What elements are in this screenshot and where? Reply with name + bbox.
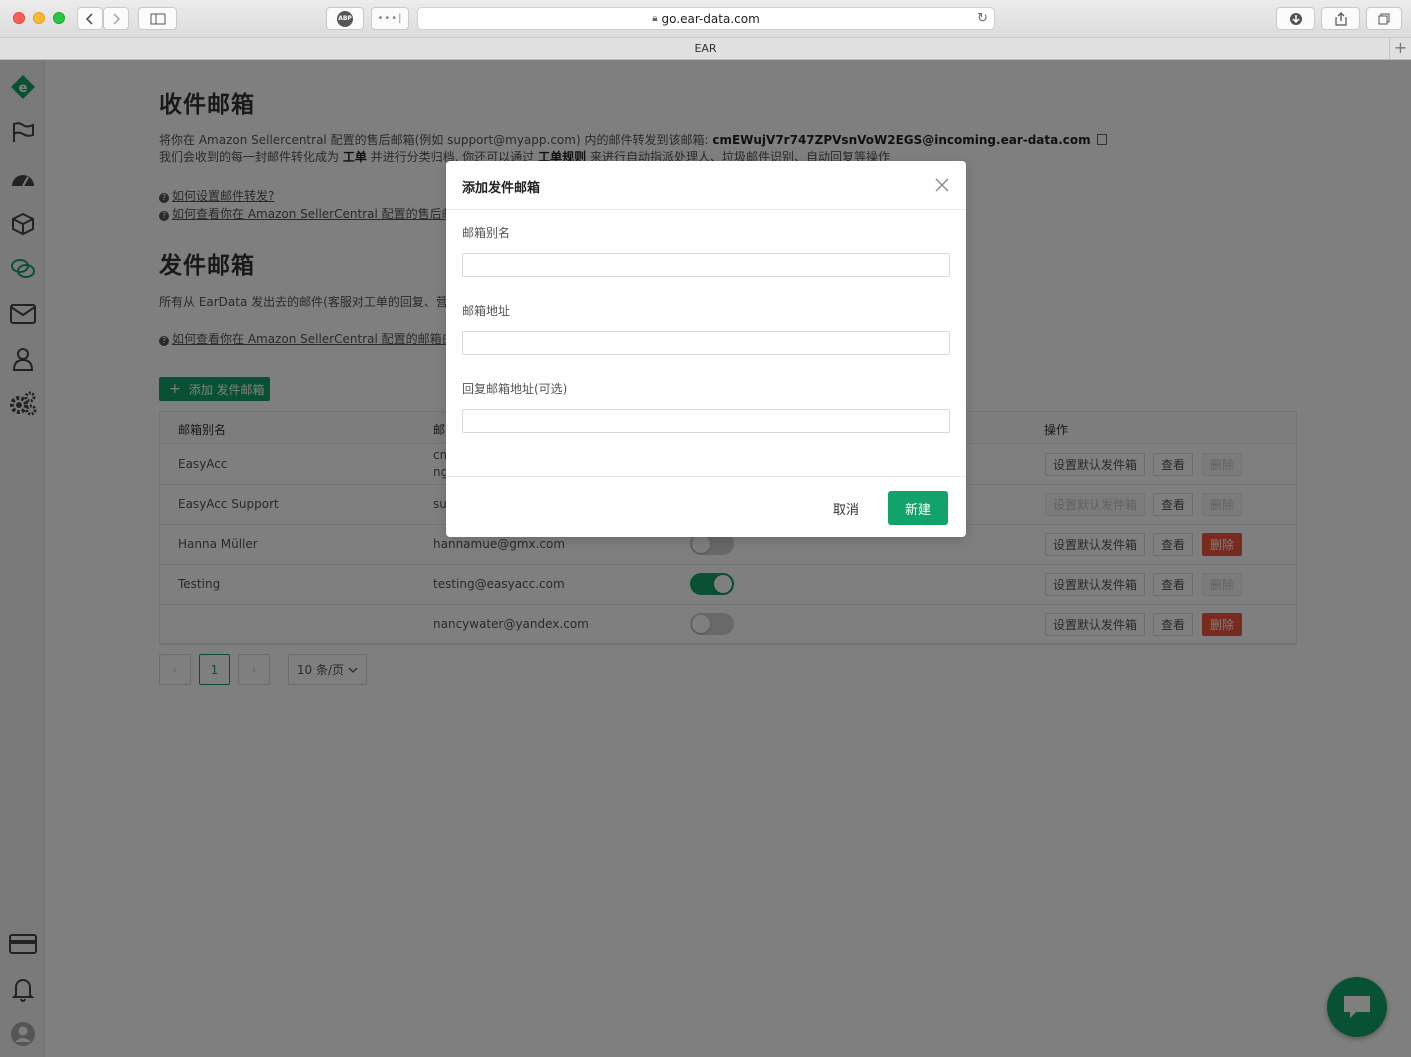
adblock-icon: ABP [337,10,353,27]
share-icon [1334,11,1347,26]
modal-footer: 取消 新建 [446,476,966,537]
back-button[interactable] [77,7,103,30]
extension-button[interactable]: •••| [371,7,409,30]
close-window-button[interactable] [13,12,25,24]
reply-address-label: 回复邮箱地址(可选) [462,382,568,396]
zoom-window-button[interactable] [53,12,65,24]
create-button[interactable]: 新建 [888,491,948,525]
adblock-button[interactable]: ABP [326,7,364,30]
downloads-button[interactable] [1276,7,1315,30]
share-button[interactable] [1321,7,1360,30]
url-text: go.ear-data.com [661,11,760,26]
reload-icon[interactable]: ↻ [977,11,988,26]
alias-input[interactable] [462,253,950,277]
alias-label: 邮箱别名 [462,226,511,240]
modal-close-button[interactable] [934,177,950,193]
forward-button[interactable] [103,7,129,30]
lock-icon: 🔒︎ [652,13,658,24]
modal-header: 添加发件邮箱 [446,161,966,210]
close-icon [935,178,949,192]
more-dots-icon: •••| [377,13,403,24]
minimize-window-button[interactable] [33,12,45,24]
tabs-overview-button[interactable] [1366,7,1402,30]
sidebar-icon [150,13,165,24]
new-tab-button[interactable]: + [1389,38,1411,59]
chevron-left-icon [85,12,93,25]
cancel-button[interactable]: 取消 [819,491,873,525]
add-sender-email-modal: 添加发件邮箱 邮箱别名 邮箱地址 回复邮箱地址(可选) 取消 新建 [446,161,966,537]
browser-toolbar: ABP •••| 🔒︎ go.ear-data.com ↻ [0,0,1411,38]
tab-bar: EAR + [0,38,1411,60]
tabs-icon [1378,13,1390,24]
address-input[interactable] [462,331,950,355]
tab-title[interactable]: EAR [694,42,716,55]
sidebar-toggle-button[interactable] [138,7,177,30]
reply-address-input[interactable] [462,409,950,433]
modal-title: 添加发件邮箱 [462,181,541,196]
address-label: 邮箱地址 [462,304,511,318]
address-bar[interactable]: 🔒︎ go.ear-data.com ↻ [417,7,995,30]
chevron-right-icon [113,12,121,25]
download-icon [1289,12,1302,25]
